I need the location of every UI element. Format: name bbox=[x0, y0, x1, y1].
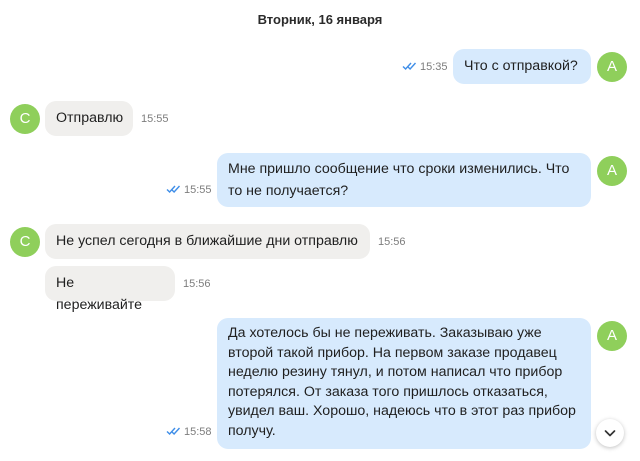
double-check-icon bbox=[166, 427, 181, 436]
message-time: 15:56 bbox=[183, 278, 211, 290]
date-divider: Вторник, 16 января bbox=[257, 12, 383, 27]
message-meta: 15:35 bbox=[402, 61, 448, 73]
message-time: 15:58 bbox=[184, 426, 212, 438]
message-text-line: неделю резину тянул, и потом написал что… bbox=[228, 364, 563, 380]
message-time: 15:55 bbox=[184, 184, 212, 196]
message-time: 15:55 bbox=[141, 113, 169, 125]
avatar-outgoing[interactable]: A bbox=[597, 156, 627, 186]
message-text-line: Мне пришло сообщение что сроки изменилис… bbox=[228, 161, 570, 177]
message-text: Отправлю bbox=[56, 110, 124, 126]
double-check-icon bbox=[402, 62, 417, 71]
chevron-down-icon bbox=[604, 430, 616, 437]
avatar-outgoing[interactable]: A bbox=[597, 52, 627, 82]
avatar-incoming[interactable]: C bbox=[10, 227, 40, 257]
message-text-line: то не получается? bbox=[228, 182, 349, 199]
double-check-icon bbox=[166, 185, 181, 194]
message-bubble-incoming[interactable]: Не переживайте bbox=[45, 266, 175, 313]
message-meta: 15:58 bbox=[166, 426, 212, 438]
message-meta: 15:55 bbox=[166, 184, 212, 196]
message-bubble-outgoing[interactable]: Что с отправкой? bbox=[453, 49, 591, 84]
message-bubble-incoming[interactable]: Отправлю bbox=[45, 101, 133, 136]
message-bubble-outgoing[interactable]: Да хотелось бы не переживать. Заказываю … bbox=[217, 318, 591, 449]
message-text-line: получу. bbox=[228, 422, 276, 439]
message-text-line: Да хотелось бы не переживать. Заказываю … bbox=[228, 325, 542, 341]
message-time: 15:35 bbox=[420, 61, 448, 73]
message-text-line: второй такой прибор. На первом заказе пр… bbox=[228, 344, 557, 361]
avatar-outgoing[interactable]: A bbox=[597, 321, 627, 351]
message-time: 15:56 bbox=[378, 236, 406, 248]
scroll-down-button[interactable] bbox=[596, 419, 624, 447]
message-bubble-outgoing[interactable]: Мне пришло сообщение что сроки изменилис… bbox=[217, 153, 591, 207]
message-bubble-incoming[interactable]: Не успел сегодня в ближайшие дни отправл… bbox=[45, 224, 370, 259]
message-text: Не переживайте bbox=[56, 275, 143, 313]
message-text-line: увидел ваш. Хорошо, надеюсь что в этот р… bbox=[228, 403, 576, 419]
message-text: Не успел сегодня в ближайшие дни отправл… bbox=[56, 233, 358, 249]
avatar-incoming[interactable]: C bbox=[10, 104, 40, 134]
message-text-line: потерялся. От заказа того пришлось отказ… bbox=[228, 383, 548, 400]
message-text: Что с отправкой? bbox=[464, 58, 578, 74]
